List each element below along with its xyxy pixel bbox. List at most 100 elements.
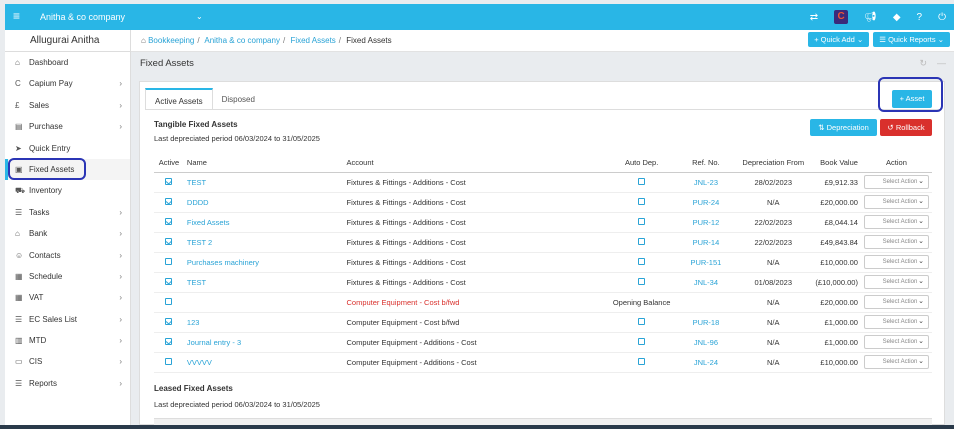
select-action-dropdown[interactable]: Select Action ⌄ [863, 355, 929, 369]
active-checkbox[interactable] [165, 277, 173, 285]
sidebar-item-schedule[interactable]: ▦ Schedule › [5, 266, 130, 287]
asset-name-link[interactable]: VVVVV [187, 358, 212, 367]
chevron-down-icon: ⌄ [918, 358, 924, 365]
quick-reports-button[interactable]: ☰ Quick Reports ⌄ [873, 32, 950, 47]
tab-active-assets[interactable]: Active Assets [145, 88, 213, 110]
chevron-down-icon: ⌄ [918, 318, 924, 325]
asset-name-link[interactable]: TEST 2 [187, 238, 212, 247]
asset-name-link[interactable]: Journal entry - 3 [187, 338, 241, 347]
refresh-icon[interactable]: ↻ [919, 58, 927, 69]
account-text: Fixtures & Fittings - Additions - Cost [346, 217, 466, 227]
ref-no-link[interactable]: PUR-14 [693, 238, 720, 247]
ref-no-link[interactable]: JNL-24 [694, 358, 718, 367]
breadcrumb-company[interactable]: Anitha & co company [204, 36, 280, 45]
book-value-text: £10,000.00 [820, 357, 858, 367]
auto-dep-checkbox[interactable] [638, 317, 646, 325]
select-action-dropdown[interactable]: Select Action ⌄ [863, 295, 929, 309]
asset-name-link[interactable]: 123 [187, 318, 200, 327]
select-action-dropdown[interactable]: Select Action ⌄ [863, 235, 929, 249]
ref-no-link[interactable]: PUR-151 [690, 258, 721, 267]
auto-dep-checkbox[interactable] [638, 237, 646, 245]
sidebar-item-dashboard[interactable]: ⌂ Dashboard [5, 52, 130, 73]
power-icon[interactable]: ⏻ [938, 12, 946, 23]
select-action-dropdown[interactable]: Select Action ⌄ [863, 215, 929, 229]
auto-dep-checkbox[interactable] [638, 337, 646, 345]
mtd-icon: ▥ [15, 336, 23, 346]
page-title: Fixed Assets [140, 58, 194, 69]
ref-no-link[interactable]: PUR-18 [693, 318, 720, 327]
active-checkbox[interactable] [165, 217, 173, 225]
sidebar-item-bank[interactable]: ⌂ Bank › [5, 223, 130, 244]
select-action-dropdown[interactable]: Select Action ⌄ [863, 315, 929, 329]
ref-no-link[interactable]: PUR-24 [693, 198, 720, 207]
company-selector[interactable]: Anitha & co company [40, 12, 125, 22]
help-icon[interactable]: ? [917, 12, 923, 23]
ref-no-link[interactable]: JNL-34 [694, 278, 718, 287]
active-checkbox[interactable] [165, 337, 173, 345]
active-checkbox[interactable] [165, 357, 173, 365]
auto-dep-checkbox[interactable] [638, 177, 646, 185]
select-action-dropdown[interactable]: Select Action ⌄ [863, 255, 929, 269]
sidebar-item-tasks[interactable]: ☰ Tasks › [5, 202, 130, 223]
breadcrumb-bookkeeping[interactable]: Bookkeeping [148, 36, 194, 45]
active-checkbox[interactable] [165, 317, 173, 325]
select-action-dropdown[interactable]: Select Action ⌄ [863, 335, 929, 349]
asset-name-link[interactable]: Purchases machinery [187, 258, 259, 267]
auto-dep-checkbox[interactable] [638, 217, 646, 225]
select-action-dropdown[interactable]: Select Action ⌄ [863, 275, 929, 289]
depreciation-button[interactable]: ⇅ Depreciation [810, 119, 877, 136]
auto-dep-checkbox[interactable] [638, 357, 646, 365]
ref-no-link[interactable]: PUR-12 [693, 218, 720, 227]
rollback-button[interactable]: ↺ Rollback [880, 119, 932, 136]
quick-add-button[interactable]: + Quick Add ⌄ [808, 32, 870, 47]
active-checkbox[interactable] [165, 257, 173, 265]
active-checkbox[interactable] [165, 197, 173, 205]
asset-name-link[interactable]: TEST [187, 278, 206, 287]
ref-no-link[interactable]: JNL-96 [694, 338, 718, 347]
home-icon[interactable]: ⌂ [141, 36, 146, 45]
megaphone-icon[interactable]: 📢︎ [864, 12, 877, 23]
sidebar-item-ec-sales-list[interactable]: ☰ EC Sales List › [5, 309, 130, 330]
tab-disposed[interactable]: Disposed [213, 88, 264, 110]
select-action-dropdown[interactable]: Select Action ⌄ [863, 195, 929, 209]
sidebar-item-quick-entry[interactable]: ➤ Quick Entry [5, 138, 130, 159]
auto-dep-checkbox[interactable] [638, 277, 646, 285]
col-active: Active [154, 154, 184, 173]
active-checkbox[interactable] [165, 177, 173, 185]
sidebar-item-vat[interactable]: ▦ VAT › [5, 287, 130, 308]
purchase-icon: ▤ [15, 122, 23, 132]
sidebar-item-label: CIS [29, 357, 43, 367]
breadcrumb-bar: ⌂ Bookkeeping / Anitha & co company / Fixe… [131, 30, 954, 52]
active-checkbox[interactable] [165, 237, 173, 245]
chevron-right-icon: › [119, 293, 122, 303]
auto-dep-checkbox[interactable] [638, 197, 646, 205]
tangible-period: Last depreciated period 06/03/2024 to 31… [154, 134, 320, 143]
ticket-icon[interactable]: ◆ [893, 12, 901, 23]
sidebar-item-capium-pay[interactable]: C Capium Pay › [5, 73, 130, 94]
sidebar-item-purchase[interactable]: ▤ Purchase › [5, 116, 130, 137]
minimize-icon[interactable]: — [937, 58, 946, 69]
menu-icon[interactable]: ≡ [13, 9, 20, 23]
quick-entry-icon: ➤ [15, 143, 22, 153]
transfer-icon[interactable]: ⇄ [810, 12, 818, 23]
dep-from-text: N/A [767, 297, 780, 307]
ref-no-link[interactable]: JNL-23 [694, 178, 718, 187]
active-checkbox[interactable] [165, 297, 173, 305]
select-action-dropdown[interactable]: Select Action ⌄ [863, 175, 929, 189]
reports-icon: ☰ [15, 378, 23, 388]
sidebar-item-mtd[interactable]: ▥ MTD › [5, 330, 130, 351]
sidebar-item-reports[interactable]: ☰ Reports › [5, 373, 130, 394]
breadcrumb-fixed-assets[interactable]: Fixed Assets [290, 36, 335, 45]
sidebar-item-label: Purchase [29, 122, 63, 132]
asset-name-link[interactable]: DDDD [187, 198, 209, 207]
sidebar-item-sales[interactable]: £ Sales › [5, 95, 130, 116]
depreciation-icon: ⇅ [818, 123, 825, 132]
auto-dep-checkbox[interactable] [638, 257, 646, 265]
sidebar-item-cis[interactable]: ▭ CIS › [5, 351, 130, 372]
sidebar-item-contacts[interactable]: ☺ Contacts › [5, 245, 130, 266]
asset-name-link[interactable]: TEST [187, 178, 206, 187]
asset-name-link[interactable]: Fixed Assets [187, 218, 230, 227]
sidebar-item-inventory[interactable]: ⛟ Inventory [5, 180, 130, 201]
chevron-down-icon[interactable]: ⌄ [196, 12, 203, 21]
capium-logo-icon[interactable]: C [834, 10, 849, 24]
